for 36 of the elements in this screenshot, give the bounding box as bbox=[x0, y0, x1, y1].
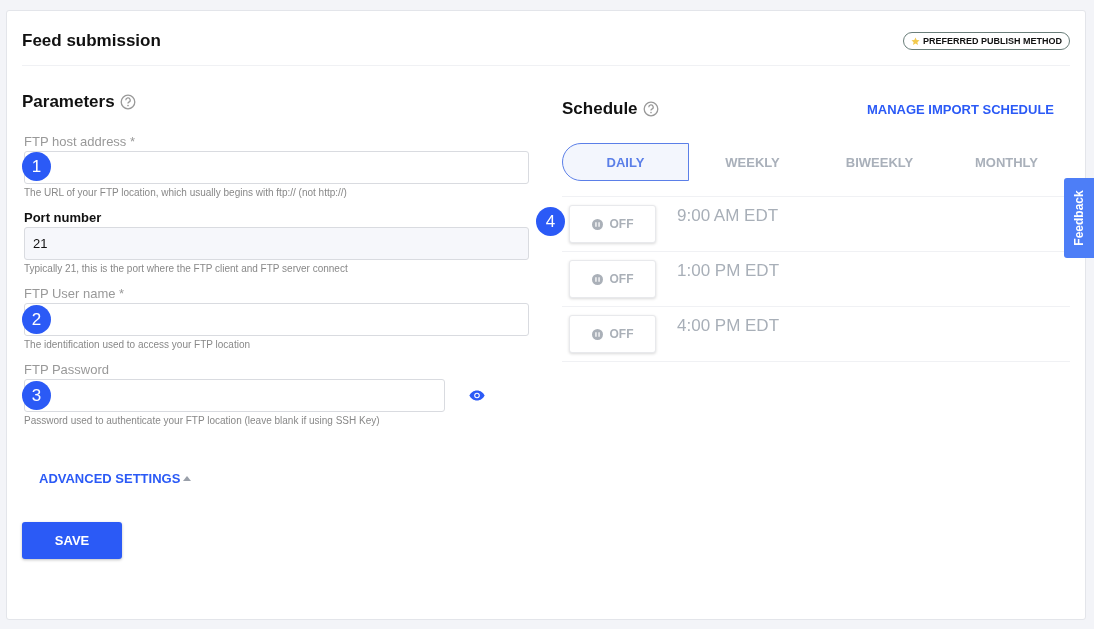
help-text: Password used to authenticate your FTP location (leave blank if using SSH Key) bbox=[24, 415, 381, 426]
field-label: FTP User name * bbox=[24, 286, 126, 301]
section-heading: Schedule bbox=[562, 99, 638, 119]
help-icon[interactable] bbox=[119, 94, 136, 110]
frequency-tab[interactable]: DAILY bbox=[562, 143, 689, 181]
field-label: Port number bbox=[24, 210, 103, 225]
step-marker-tooltip: 4 bbox=[536, 207, 565, 236]
save-button[interactable]: SAVE bbox=[22, 522, 122, 559]
advanced-settings-link[interactable]: ADVANCED SETTINGS bbox=[39, 471, 192, 486]
schedule-toggle[interactable]: OFF bbox=[569, 315, 656, 353]
help-text: The identification used to access your FTP location bbox=[24, 339, 252, 350]
pause-icon bbox=[591, 328, 603, 340]
input-field[interactable]: 21 bbox=[24, 227, 529, 260]
pause-icon bbox=[591, 273, 603, 285]
frequency-tab[interactable]: WEEKLY bbox=[689, 143, 816, 181]
frequency-tab[interactable]: MONTHLY bbox=[943, 143, 1070, 181]
manage-schedule-link[interactable]: MANAGE IMPORT SCHEDULE bbox=[866, 101, 1054, 117]
page-title: Feed submission bbox=[22, 31, 161, 51]
schedule-time: 9:00 AM EDT bbox=[677, 206, 779, 226]
help-text: Typically 21, this is the port where the FTP client and FTP server connect bbox=[24, 263, 349, 274]
field-label: FTP Password bbox=[24, 362, 110, 377]
feedback-tab[interactable]: Feedback bbox=[1064, 178, 1094, 258]
schedule-toggle[interactable]: OFF bbox=[569, 260, 656, 298]
eye-icon[interactable] bbox=[469, 390, 485, 401]
pause-icon bbox=[591, 218, 603, 230]
help-icon[interactable] bbox=[642, 101, 659, 117]
schedule-time: 4:00 PM EDT bbox=[677, 316, 780, 336]
schedule-toggle[interactable]: OFF bbox=[569, 205, 656, 243]
star-icon bbox=[911, 36, 920, 46]
schedule-time: 1:00 PM EDT bbox=[677, 261, 780, 281]
field-label: FTP host address * bbox=[24, 134, 137, 149]
section-heading: Parameters bbox=[22, 92, 115, 112]
frequency-tab[interactable]: BIWEEKLY bbox=[816, 143, 943, 181]
help-text: The URL of your FTP location, which usually begins with ftp:// (not http://) bbox=[24, 187, 348, 198]
badge-text: PREFERRED PUBLISH METHOD bbox=[923, 36, 1062, 46]
caret-icon bbox=[183, 476, 192, 481]
